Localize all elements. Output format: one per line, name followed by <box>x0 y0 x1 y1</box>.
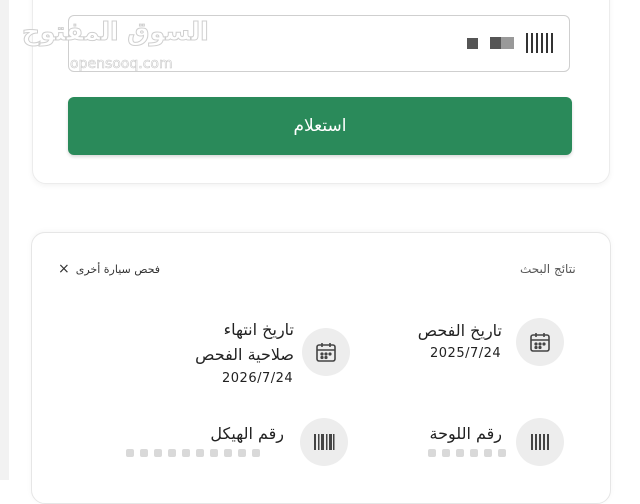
barcode-mask-icon <box>526 33 553 53</box>
check-another-car-label: فحص سيارة أخرى <box>75 262 161 276</box>
plate-number-value-redacted <box>428 449 506 457</box>
inquiry-button[interactable]: استعلام <box>68 97 572 155</box>
plate-number-label: رقم اللوحة <box>429 424 502 443</box>
watermark-arabic: السوق المفتوح <box>22 17 211 47</box>
expiry-date-label-line1: تاريخ انتهاء <box>223 320 294 339</box>
opensooq-watermark: السوق المفتوح opensooq.com <box>20 17 211 77</box>
watermark-latin: opensooq.com <box>70 56 173 73</box>
mask-block-small <box>467 37 478 49</box>
calendar-icon <box>516 318 564 366</box>
calendar-icon <box>302 328 350 376</box>
masked-plate-value <box>467 33 553 53</box>
mask-block-wide <box>490 37 514 49</box>
inspection-date-value: 2025/7/24 <box>430 346 502 361</box>
expiry-date-value: 2026/7/24 <box>222 371 294 386</box>
expiry-date-label-line2: صلاحية الفحص <box>195 345 294 364</box>
barcode-icon <box>516 418 564 466</box>
left-edge <box>0 0 9 480</box>
chassis-number-value-redacted <box>126 449 260 457</box>
close-icon: × <box>58 261 70 277</box>
results-title: نتائج البحث <box>520 262 576 276</box>
barcode-icon <box>300 418 348 466</box>
chassis-number-label: رقم الهيكل <box>210 424 284 443</box>
check-another-car-button[interactable]: × فحص سيارة أخرى <box>58 262 160 276</box>
inspection-date-label: تاريخ الفحص <box>417 321 502 340</box>
